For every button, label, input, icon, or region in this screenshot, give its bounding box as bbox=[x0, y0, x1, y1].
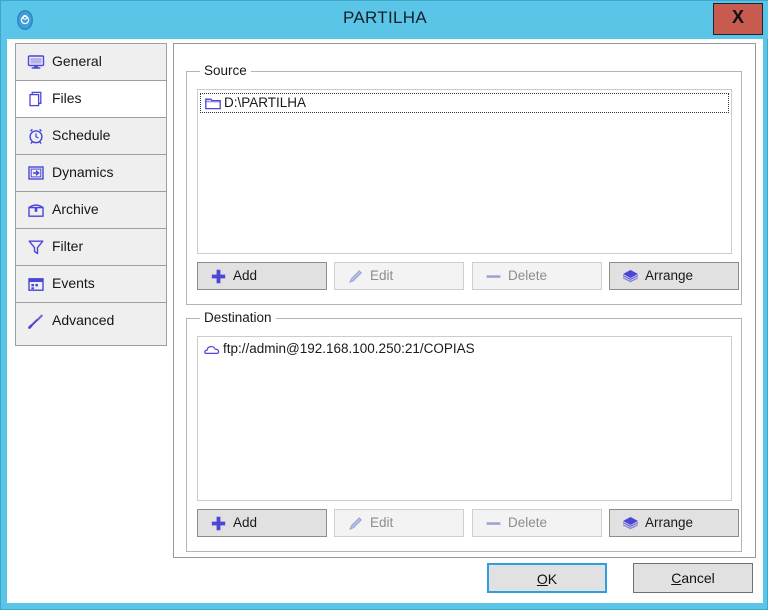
sidebar-item-files[interactable]: Files bbox=[16, 81, 166, 118]
source-arrange-button[interactable]: Arrange bbox=[609, 262, 739, 290]
calendar-icon bbox=[27, 275, 45, 293]
dialog-window: PARTILHA X General Files Schedule Dynamics A… bbox=[0, 0, 768, 610]
files-icon bbox=[27, 90, 45, 108]
button-label: Edit bbox=[370, 268, 394, 283]
cancel-accel: C bbox=[671, 570, 682, 586]
layers-icon bbox=[622, 515, 639, 532]
sidebar-tab-strip: General Files Schedule Dynamics Archive Filte… bbox=[15, 43, 167, 346]
sidebar-item-label: Advanced bbox=[52, 312, 115, 328]
window-title: PARTILHA bbox=[343, 8, 427, 27]
source-group: Source D:\PARTILHA Add Edit Delete Arrange bbox=[186, 63, 742, 305]
button-label: Arrange bbox=[645, 268, 694, 283]
sidebar-item-general[interactable]: General bbox=[16, 44, 166, 81]
layers-icon bbox=[622, 268, 639, 285]
button-label: Delete bbox=[508, 515, 548, 530]
list-item-label: ftp://admin@192.168.100.250:21/COPIAS bbox=[223, 341, 475, 356]
pencil-icon bbox=[347, 268, 364, 285]
destination-group: Destination ftp://admin@192.168.100.250:… bbox=[186, 310, 742, 552]
dialog-footer: OK Cancel bbox=[8, 554, 764, 602]
title-bar: PARTILHA X bbox=[1, 1, 768, 39]
funnel-icon bbox=[27, 238, 45, 256]
sidebar-item-label: Archive bbox=[52, 201, 99, 217]
wrench-icon bbox=[27, 312, 45, 330]
destination-list[interactable]: ftp://admin@192.168.100.250:21/COPIAS bbox=[197, 336, 732, 501]
destination-add-button[interactable]: Add bbox=[197, 509, 327, 537]
destination-delete-button: Delete bbox=[472, 509, 602, 537]
list-item[interactable]: D:\PARTILHA bbox=[200, 93, 729, 113]
destination-group-title: Destination bbox=[200, 310, 276, 325]
source-group-title: Source bbox=[200, 63, 251, 78]
ok-accel: O bbox=[536, 571, 548, 587]
sidebar-item-label: Schedule bbox=[52, 127, 111, 143]
cancel-rest: ancel bbox=[681, 570, 715, 586]
archive-box-icon bbox=[27, 201, 45, 219]
alarm-clock-icon bbox=[27, 127, 45, 145]
sidebar-item-label: Dynamics bbox=[52, 164, 114, 180]
source-add-button[interactable]: Add bbox=[197, 262, 327, 290]
button-label: Arrange bbox=[645, 515, 694, 530]
source-button-row: Add Edit Delete Arrange bbox=[197, 262, 739, 290]
sidebar-item-label: Filter bbox=[52, 238, 84, 254]
source-edit-button: Edit bbox=[334, 262, 464, 290]
arrow-in-box-icon bbox=[27, 164, 45, 182]
sidebar-item-label: Events bbox=[52, 275, 95, 291]
pencil-icon bbox=[347, 515, 364, 532]
folder-icon bbox=[205, 96, 221, 111]
sidebar-item-label: Files bbox=[52, 90, 82, 106]
sidebar-item-label: General bbox=[52, 53, 102, 69]
cancel-button[interactable]: Cancel bbox=[633, 563, 753, 593]
button-label: Add bbox=[233, 515, 258, 530]
list-item-label: D:\PARTILHA bbox=[224, 95, 307, 110]
sidebar-item-schedule[interactable]: Schedule bbox=[16, 118, 166, 155]
destination-button-row: Add Edit Delete Arrange bbox=[197, 509, 739, 537]
ok-rest: K bbox=[547, 571, 558, 587]
ok-button[interactable]: OK bbox=[487, 563, 607, 593]
button-label: Delete bbox=[508, 268, 548, 283]
dialog-client-area: General Files Schedule Dynamics Archive Filte… bbox=[7, 39, 763, 603]
destination-arrange-button[interactable]: Arrange bbox=[609, 509, 739, 537]
sidebar-item-events[interactable]: Events bbox=[16, 266, 166, 303]
monitor-icon bbox=[27, 53, 45, 71]
sidebar-item-filter[interactable]: Filter bbox=[16, 229, 166, 266]
plus-icon bbox=[210, 515, 227, 532]
destination-edit-button: Edit bbox=[334, 509, 464, 537]
tab-content-panel: Source D:\PARTILHA Add Edit Delete Arrange … bbox=[173, 43, 756, 558]
button-label: Edit bbox=[370, 515, 394, 530]
minus-icon bbox=[485, 515, 502, 532]
sidebar-item-archive[interactable]: Archive bbox=[16, 192, 166, 229]
close-button[interactable]: X bbox=[713, 3, 763, 35]
button-label: Add bbox=[233, 268, 258, 283]
source-list[interactable]: D:\PARTILHA bbox=[197, 89, 732, 254]
close-icon: X bbox=[731, 7, 744, 27]
plus-icon bbox=[210, 268, 227, 285]
source-delete-button: Delete bbox=[472, 262, 602, 290]
minus-icon bbox=[485, 268, 502, 285]
cloud-icon bbox=[204, 342, 220, 357]
sidebar-item-dynamics[interactable]: Dynamics bbox=[16, 155, 166, 192]
sidebar-item-advanced[interactable]: Advanced bbox=[16, 303, 166, 340]
list-item[interactable]: ftp://admin@192.168.100.250:21/COPIAS bbox=[200, 340, 729, 360]
